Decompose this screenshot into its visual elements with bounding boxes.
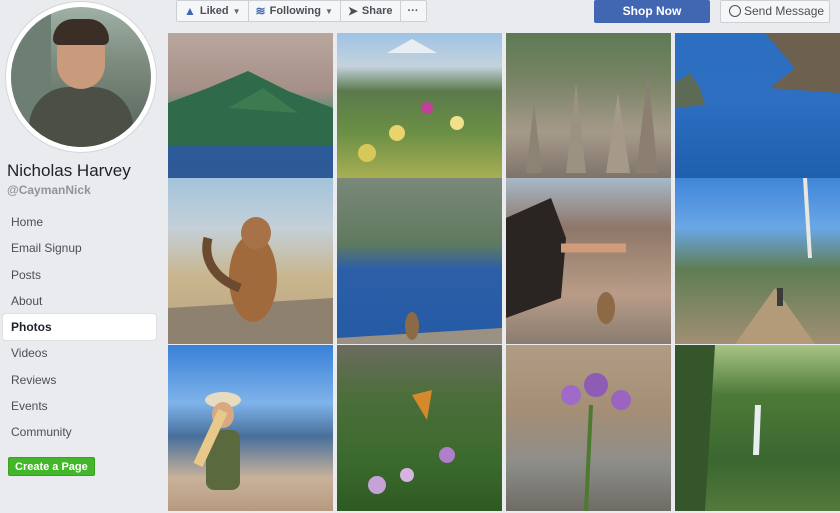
nav-item-about[interactable]: About <box>3 288 156 314</box>
share-label: Share <box>361 5 393 17</box>
photo-grid <box>168 33 840 513</box>
nav-item-home[interactable]: Home <box>3 209 156 235</box>
photo-woman-feeding-chipmunk[interactable] <box>506 178 671 344</box>
more-options-button[interactable]: ··· <box>401 1 426 21</box>
photo-woman-crater-lake-overlook[interactable] <box>168 345 333 511</box>
photo-butterfly-on-asters[interactable] <box>337 345 502 511</box>
share-button[interactable]: ➤ Share <box>341 1 401 21</box>
avatar[interactable] <box>11 7 151 147</box>
photo-wildflowers-mountain[interactable] <box>337 33 502 199</box>
liked-button[interactable]: ▲ Liked ▼ <box>177 1 249 21</box>
chevron-down-icon: ▼ <box>324 6 333 16</box>
page-name[interactable]: Nicholas Harvey <box>7 161 131 181</box>
share-arrow-icon: ➤ <box>347 4 358 18</box>
nav-item-community[interactable]: Community <box>3 419 156 445</box>
nav-item-photos[interactable]: Photos <box>3 314 156 341</box>
nav-item-email-signup[interactable]: Email Signup <box>3 235 156 261</box>
following-button[interactable]: ≋ Following ▼ <box>249 1 341 21</box>
send-message-button[interactable]: Send Message <box>720 0 830 23</box>
more-dots-icon: ··· <box>407 5 419 17</box>
chevron-down-icon: ▼ <box>232 6 241 16</box>
send-message-label: Send Message <box>744 4 825 18</box>
photo-pinnacles-rock-formations[interactable] <box>506 33 671 199</box>
create-page-button[interactable]: Create a Page <box>8 457 95 476</box>
profile-picture-frame[interactable] <box>6 2 156 152</box>
nav-item-reviews[interactable]: Reviews <box>3 367 156 393</box>
photo-purple-aster-flowers[interactable] <box>506 345 671 511</box>
following-label: Following <box>269 5 321 17</box>
photo-phantom-ship-lake[interactable] <box>675 33 840 199</box>
nav-item-posts[interactable]: Posts <box>3 262 156 288</box>
photo-chipmunk-eating[interactable] <box>168 178 333 344</box>
rss-icon: ≋ <box>255 4 266 18</box>
photo-chipmunk-lake-view[interactable] <box>337 178 502 344</box>
messenger-icon <box>729 5 741 17</box>
page-actions-group: ▲ Liked ▼ ≋ Following ▼ ➤ Share ··· <box>176 0 427 22</box>
page-nav: Home Email Signup Posts About Photos Vid… <box>3 209 156 446</box>
shop-now-button[interactable]: Shop Now <box>594 0 710 23</box>
photo-hiker-trail[interactable] <box>675 178 840 344</box>
thumbs-up-icon: ▲ <box>184 4 196 18</box>
left-sidebar: Nicholas Harvey @CaymanNick Home Email S… <box>0 0 165 513</box>
nav-item-videos[interactable]: Videos <box>3 340 156 366</box>
liked-label: Liked <box>199 5 229 17</box>
photo-waterfall-forest[interactable] <box>675 345 840 511</box>
page-handle[interactable]: @CaymanNick <box>7 183 91 197</box>
page-action-bar: ▲ Liked ▼ ≋ Following ▼ ➤ Share ··· Shop… <box>165 0 840 28</box>
nav-item-events[interactable]: Events <box>3 393 156 419</box>
photo-crater-lake-wizard-island[interactable] <box>168 33 333 199</box>
